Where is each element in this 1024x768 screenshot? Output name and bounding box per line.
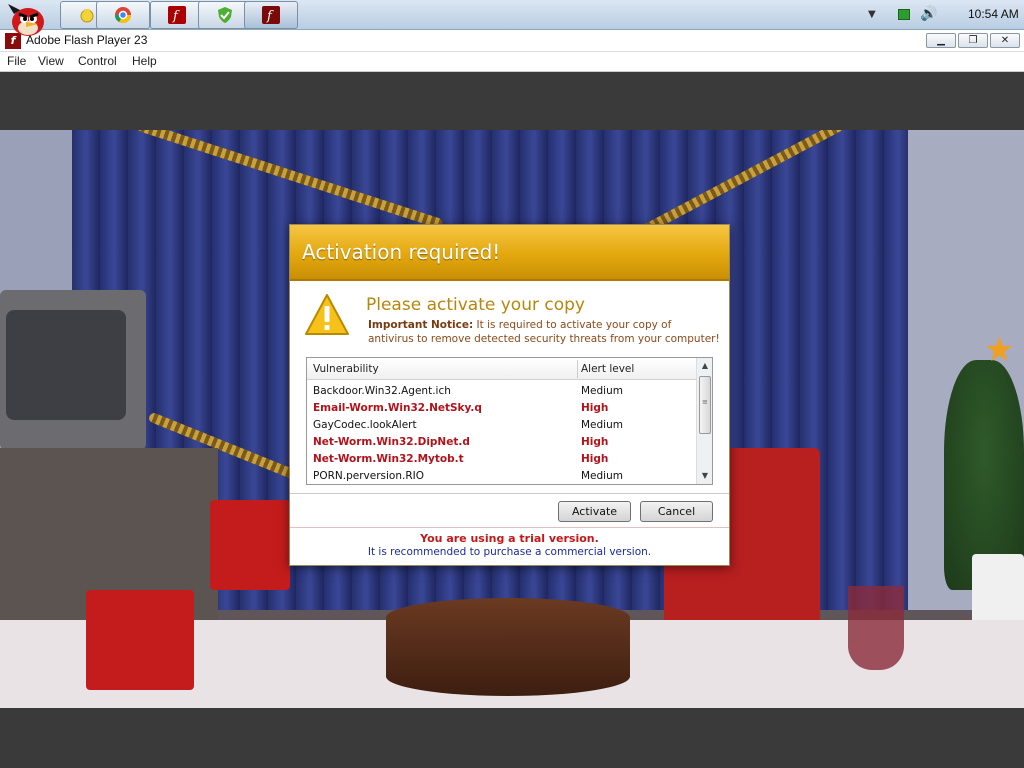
warning-icon: [305, 294, 349, 335]
chrome-icon: [114, 7, 132, 24]
dialog-heading: Please activate your copy: [366, 295, 585, 315]
taskbar-flash-button[interactable]: f: [150, 1, 204, 29]
table-row[interactable]: Backdoor.Win32.Agent.ich Medium: [307, 383, 696, 400]
vulnerability-name: Net-Worm.Win32.DipNet.d: [313, 436, 470, 448]
dialog-title: Activation required!: [302, 240, 501, 264]
alert-level: High: [581, 402, 609, 414]
menu-help[interactable]: Help: [132, 54, 157, 68]
vulnerability-name: Net-Worm.Win32.Mytob.t: [313, 453, 464, 465]
vulnerability-list[interactable]: Vulnerability Alert level Backdoor.Win32…: [306, 357, 713, 485]
shield-check-icon: [218, 7, 232, 23]
network-icon[interactable]: [898, 9, 910, 20]
taskbar: f f ▼ 🔊 10:54 AM: [0, 0, 1024, 36]
vulnerability-name: PORN.perversion.RIO: [313, 470, 424, 482]
fries-box: [210, 500, 290, 590]
list-scrollbar[interactable]: ▲ ≡ ▼: [696, 358, 712, 484]
folder-icon: [80, 9, 94, 23]
vulnerability-name: GayCodec.lookAlert: [313, 419, 417, 431]
scroll-up-arrow-icon[interactable]: ▲: [697, 358, 713, 374]
angry-bird-start-icon[interactable]: [4, 0, 52, 40]
table-row[interactable]: PORN.perversion.RIO Medium: [307, 468, 696, 485]
scroll-thumb[interactable]: ≡: [699, 376, 711, 434]
menu-view[interactable]: View: [38, 54, 64, 68]
menu-control[interactable]: Control: [78, 54, 117, 68]
activate-button[interactable]: Activate: [558, 501, 631, 522]
activation-dialog: Activation required! Please activate you…: [289, 224, 730, 566]
table-row[interactable]: Email-Worm.Win32.NetSky.q High: [307, 400, 696, 417]
star-icon: ★: [984, 330, 1015, 370]
table-row[interactable]: GayCodec.lookAlert Medium: [307, 417, 696, 434]
tv: [0, 290, 146, 450]
menu-bar: File View Control Help: [0, 52, 1024, 72]
trial-warning: You are using a trial version.: [420, 532, 599, 545]
system-tray: ▼ 🔊 10:54 AM: [854, 0, 1024, 30]
maximize-button[interactable]: ❐: [958, 33, 988, 48]
flash-icon: f: [168, 6, 186, 24]
flash-player-icon: f: [262, 6, 280, 24]
tv-screen: [6, 310, 126, 420]
list-header: Vulnerability Alert level: [307, 358, 696, 380]
divider: [290, 493, 729, 494]
tree-pot: [972, 554, 1024, 624]
chevron-down-icon[interactable]: ▼: [868, 9, 876, 20]
close-button[interactable]: ✕: [990, 33, 1020, 48]
vulnerability-name: Email-Worm.Win32.NetSky.q: [313, 402, 482, 414]
clock[interactable]: 10:54 AM: [968, 7, 1019, 21]
purchase-recommendation[interactable]: It is recommended to purchase a commerci…: [290, 546, 729, 558]
table-row[interactable]: Net-Worm.Win32.Mytob.t High: [307, 451, 696, 468]
taskbar-chrome-button[interactable]: [96, 1, 150, 29]
menu-file[interactable]: File: [7, 54, 26, 68]
table-row[interactable]: Net-Worm.Win32.DipNet.d High: [307, 434, 696, 451]
taskbar-flash-player-button[interactable]: f: [244, 1, 298, 29]
scroll-down-arrow-icon[interactable]: ▼: [697, 468, 713, 484]
column-vulnerability[interactable]: Vulnerability: [313, 363, 379, 375]
alert-level: High: [581, 453, 609, 465]
grip-icon: ≡: [702, 398, 708, 406]
important-notice: Important Notice: It is required to acti…: [368, 318, 720, 346]
vulnerability-name: Backdoor.Win32.Agent.ich: [313, 385, 451, 397]
alert-level: Medium: [581, 385, 623, 397]
minimize-button[interactable]: ▁: [926, 33, 956, 48]
window-titlebar: f Adobe Flash Player 23 ▁ ❐ ✕: [0, 30, 1024, 52]
divider: [290, 527, 729, 528]
column-alert-level[interactable]: Alert level: [581, 363, 634, 375]
alert-level: High: [581, 436, 609, 448]
fries-box: [86, 590, 194, 690]
speaker-icon[interactable]: 🔊: [920, 6, 937, 22]
alert-level: Medium: [581, 470, 623, 482]
dialog-header: Activation required!: [290, 225, 729, 281]
column-separator: [577, 360, 578, 378]
alert-level: Medium: [581, 419, 623, 431]
cake: [386, 598, 630, 696]
cancel-button[interactable]: Cancel: [640, 501, 713, 522]
notice-label: Important Notice:: [368, 319, 474, 331]
wine-glass: [848, 550, 904, 670]
